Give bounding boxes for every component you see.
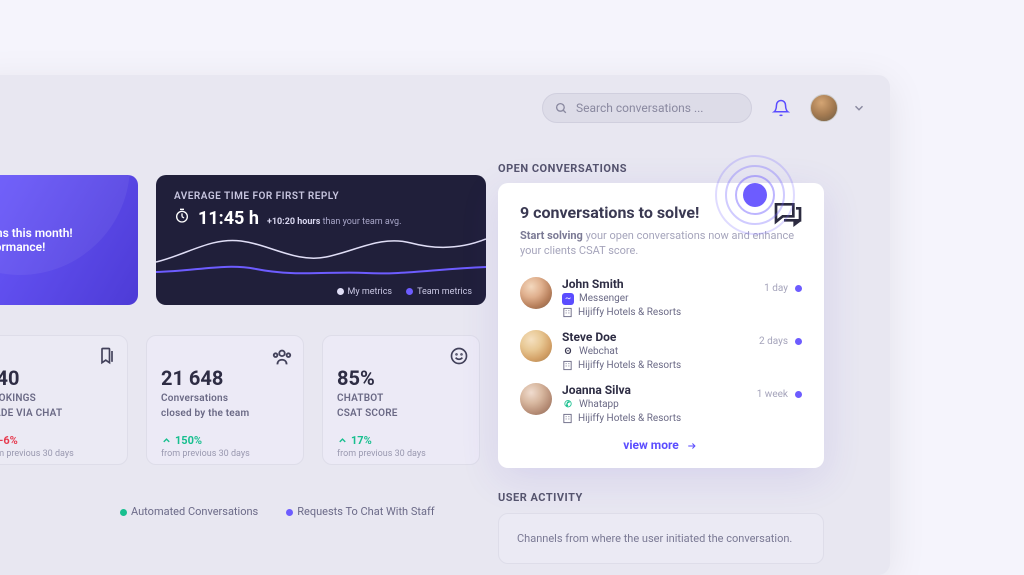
metrics-row: 240 BOOKINGS MADE VIA CHAT -6% from prev…	[0, 335, 480, 465]
webchat-icon: ʘ	[562, 346, 574, 358]
smile-icon	[449, 346, 469, 366]
app-window: Search conversations ... ions this month…	[0, 75, 890, 575]
contact-name: Steve Doe	[562, 330, 681, 344]
legend-automated: Automated Conversations	[120, 505, 258, 518]
metric-label-1: BOOKINGS	[0, 392, 113, 405]
hotel-icon	[562, 413, 573, 424]
metric-sub: from previous 30 days	[337, 449, 465, 459]
avatar	[520, 330, 552, 362]
avg-reply-row: 11:45 h +10:20 hours than your team avg.	[174, 208, 468, 229]
conversation-age: 1 week	[757, 389, 802, 400]
metric-label-1: CHATBOT	[337, 392, 465, 405]
conversation-item[interactable]: Joanna Silva ✆ Whatapp Hijiffy Hotels & …	[520, 383, 802, 424]
topbar: Search conversations ...	[542, 93, 866, 123]
avg-reply-value: 11:45 h	[198, 208, 259, 229]
notifications-button[interactable]	[766, 93, 796, 123]
bell-icon	[772, 99, 790, 117]
arrow-right-icon	[685, 441, 699, 451]
metric-label-2: closed by the team	[161, 407, 289, 420]
metric-label-1: Conversations	[161, 392, 289, 405]
arrow-up-icon	[337, 435, 348, 446]
legend-my-metrics: My metrics	[337, 287, 393, 297]
hotel-row: Hijiffy Hotels & Resorts	[562, 360, 681, 371]
metric-sub: from previous 30 days	[161, 449, 289, 459]
metric-change: -6%	[0, 434, 113, 447]
search-icon	[555, 102, 568, 115]
metric-sub: from previous 30 days	[0, 449, 113, 459]
user-activity-card: Channels from where the user initiated t…	[498, 513, 824, 564]
metric-label-2: CSAT SCORE	[337, 407, 465, 420]
section-title-open: OPEN CONVERSATIONS	[498, 162, 627, 175]
stopwatch-icon	[174, 208, 190, 224]
metric-label-2: MADE VIA CHAT	[0, 407, 113, 420]
unread-dot-icon	[795, 285, 802, 292]
metric-value: 240	[0, 366, 113, 390]
channel-row: ʘ Webchat	[562, 346, 681, 358]
view-more-link[interactable]: view more	[520, 438, 802, 452]
hotel-row: Hijiffy Hotels & Resorts	[562, 413, 681, 424]
metric-csat[interactable]: 85% CHATBOT CSAT SCORE 17% from previous…	[322, 335, 480, 465]
open-subtext: Start solving your open conversations no…	[520, 228, 802, 259]
open-headline: 9 conversations to solve!	[520, 203, 802, 222]
avg-reply-time-card[interactable]: AVERAGE TIME FOR FIRST REPLY 11:45 h +10…	[156, 175, 486, 305]
performance-line2: rformance!	[0, 240, 122, 254]
avatar	[520, 277, 552, 309]
section-title-user-activity: USER ACTIVITY	[498, 491, 583, 504]
metric-value: 85%	[337, 366, 465, 390]
whatapp-icon: ✆	[562, 399, 574, 411]
performance-card[interactable]: ions this month! rformance!	[0, 175, 138, 305]
hotel-row: Hijiffy Hotels & Resorts	[562, 307, 681, 318]
chevron-down-icon[interactable]	[852, 101, 866, 115]
metric-value: 21 648	[161, 366, 289, 390]
conversation-item[interactable]: John Smith ~ Messenger Hijiffy Hotels & …	[520, 277, 802, 318]
conversation-item[interactable]: Steve Doe ʘ Webchat Hijiffy Hotels & Res…	[520, 330, 802, 371]
sparkline-chart	[156, 227, 486, 282]
unread-dot-icon	[795, 338, 802, 345]
user-activity-text: Channels from where the user initiated t…	[517, 532, 792, 545]
metric-conversations-closed[interactable]: 21 648 Conversations closed by the team …	[146, 335, 304, 465]
metric-change: 150%	[161, 434, 289, 447]
hotel-icon	[562, 360, 573, 371]
search-input[interactable]: Search conversations ...	[542, 93, 752, 123]
channel-row: ~ Messenger	[562, 293, 681, 305]
open-conversations-card: 9 conversations to solve! Start solving …	[498, 183, 824, 468]
hotel-icon	[562, 307, 573, 318]
unread-dot-icon	[795, 391, 802, 398]
bookmark-icon	[97, 346, 117, 366]
contact-name: John Smith	[562, 277, 681, 291]
navy-legend: My metrics Team metrics	[337, 287, 473, 297]
avatar	[520, 383, 552, 415]
conversation-list: John Smith ~ Messenger Hijiffy Hotels & …	[520, 277, 802, 424]
legend-requests: Requests To Chat With Staff	[286, 505, 434, 518]
avg-reply-title: AVERAGE TIME FOR FIRST REPLY	[174, 191, 468, 202]
conversation-age: 1 day	[764, 283, 802, 294]
chat-icon	[772, 199, 804, 231]
arrow-up-icon	[161, 435, 172, 446]
user-avatar[interactable]	[810, 94, 838, 122]
avg-reply-delta: +10:20 hours than your team avg.	[267, 217, 402, 227]
metric-bookings[interactable]: 240 BOOKINGS MADE VIA CHAT -6% from prev…	[0, 335, 128, 465]
legend-team-metrics: Team metrics	[406, 287, 472, 297]
conversation-age: 2 days	[759, 336, 802, 347]
performance-line1: ions this month!	[0, 226, 122, 240]
messenger-icon: ~	[562, 293, 574, 305]
contact-name: Joanna Silva	[562, 383, 681, 397]
channel-row: ✆ Whatapp	[562, 399, 681, 411]
metric-change: 17%	[337, 434, 465, 447]
top-cards-row: ions this month! rformance! AVERAGE TIME…	[0, 175, 486, 305]
search-placeholder: Search conversations ...	[576, 101, 703, 115]
team-icon	[271, 346, 293, 368]
chart-legend: Automated Conversations Requests To Chat…	[120, 505, 435, 518]
